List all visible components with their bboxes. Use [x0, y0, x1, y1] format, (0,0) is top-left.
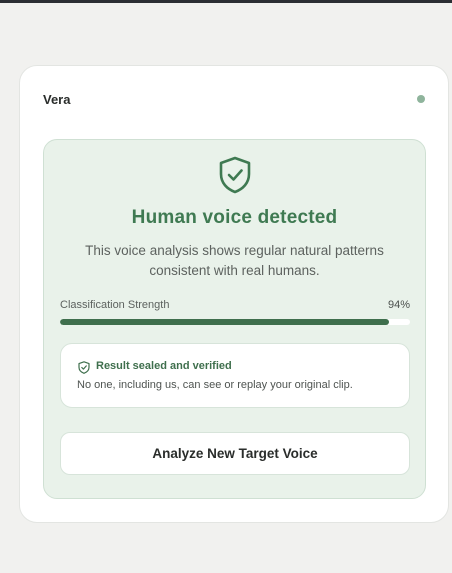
brand-name: Vera	[43, 92, 71, 107]
sealed-text: No one, including us, can see or replay …	[77, 379, 353, 391]
result-description: This voice analysis shows regular natura…	[85, 243, 384, 278]
shield-check-icon	[219, 156, 251, 194]
window-top-edge	[0, 0, 452, 3]
analysis-card: Vera Human voice detected This voice ana…	[19, 65, 449, 523]
result-headline: Human voice detected	[131, 207, 338, 228]
strength-label: Classification Strength	[60, 299, 170, 311]
analyze-new-voice-button[interactable]: Analyze New Target Voice	[60, 432, 410, 475]
strength-bar-fill	[60, 319, 389, 325]
strength-value: 94%	[387, 299, 410, 311]
shield-check-icon	[78, 361, 90, 374]
sealed-title: Result sealed and verified	[96, 360, 232, 372]
result-panel: Human voice detected This voice analysis…	[43, 139, 426, 499]
status-indicator	[417, 95, 425, 103]
strength-bar	[60, 319, 410, 325]
sealed-notice: Result sealed and verified No one, inclu…	[60, 343, 410, 408]
